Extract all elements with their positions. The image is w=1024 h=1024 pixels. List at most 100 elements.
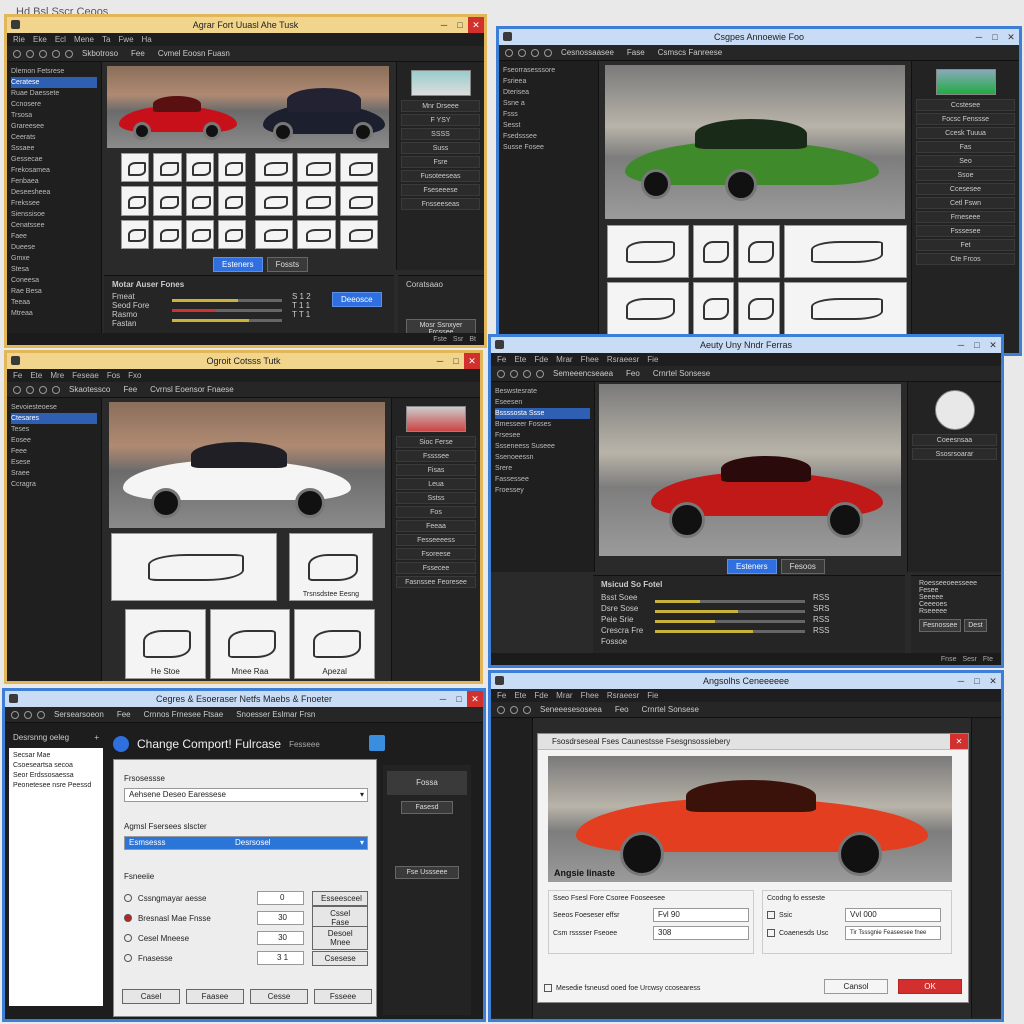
toolbar-label[interactable]: Cvmel Eoosn Fuasn xyxy=(158,49,230,58)
menu-item[interactable]: Ete xyxy=(514,691,526,700)
property-row[interactable]: Sstss xyxy=(396,492,476,504)
part-thumbnail[interactable] xyxy=(607,282,690,335)
property-row[interactable]: Fsre xyxy=(401,156,480,168)
apply-button[interactable]: Deeosce xyxy=(332,292,382,307)
tab-extensions[interactable]: Esteners xyxy=(727,559,777,574)
minimize-button[interactable]: ─ xyxy=(432,353,448,369)
tree-node[interactable]: Ccragra xyxy=(11,479,97,490)
property-row[interactable]: Fssssee xyxy=(396,450,476,462)
action-button[interactable]: Fse Ussseee xyxy=(395,866,459,879)
tree-node[interactable]: Sssaee xyxy=(11,143,97,154)
tree-node[interactable]: Dueese xyxy=(11,242,97,253)
menu-item[interactable]: Fhee xyxy=(581,691,599,700)
part-thumbnail[interactable] xyxy=(217,186,246,216)
add-icon[interactable]: + xyxy=(94,733,99,742)
redo-icon[interactable] xyxy=(24,710,32,719)
value-input[interactable]: 30 xyxy=(256,911,305,925)
property-row[interactable]: Fisas xyxy=(396,464,476,476)
value-input[interactable]: 30 xyxy=(256,931,305,945)
menu-item[interactable]: Ecl xyxy=(55,35,66,44)
minimize-button[interactable]: ─ xyxy=(435,691,451,707)
tree-node[interactable]: Teeaa xyxy=(11,297,97,308)
close-button[interactable]: ✕ xyxy=(985,673,1001,689)
property-row[interactable]: Ssoe xyxy=(916,169,1015,181)
redo-icon[interactable] xyxy=(510,705,518,714)
action-button[interactable]: Fasesd xyxy=(401,801,453,814)
part-thumbnail[interactable]: Apezal xyxy=(294,609,375,679)
menu-item[interactable]: Mrar xyxy=(556,691,572,700)
maximize-button[interactable]: □ xyxy=(452,17,468,33)
maximize-button[interactable]: □ xyxy=(448,353,464,369)
undo-icon[interactable] xyxy=(497,705,505,714)
save-icon[interactable] xyxy=(369,735,385,751)
property-row[interactable]: Fas xyxy=(916,141,1015,153)
part-thumbnail[interactable] xyxy=(297,153,336,183)
tree-node-selected[interactable]: Ctesares xyxy=(11,413,97,424)
tree-node[interactable]: Frsesee xyxy=(495,430,590,441)
close-button[interactable]: ✕ xyxy=(468,17,484,33)
menu-item[interactable]: Ta xyxy=(102,35,110,44)
toolbar-label[interactable]: Skaotessco xyxy=(69,385,110,394)
redo-icon[interactable] xyxy=(26,385,34,394)
radio-button-selected[interactable] xyxy=(124,914,132,922)
tree-node[interactable]: Sesst xyxy=(503,120,594,131)
undo-icon[interactable] xyxy=(13,49,21,58)
toolbar-label[interactable]: Fee xyxy=(123,385,137,394)
refresh-icon[interactable] xyxy=(39,385,47,394)
refresh-icon[interactable] xyxy=(523,705,531,714)
toolbar-label[interactable]: Fase xyxy=(627,48,645,57)
part-thumbnail[interactable]: He Stoe xyxy=(125,609,206,679)
maximize-button[interactable]: □ xyxy=(987,29,1003,45)
part-thumbnail[interactable] xyxy=(185,186,214,216)
toolbar-label[interactable]: Seneeesesoseea xyxy=(540,705,602,714)
toolbar-label[interactable]: Sersearsoeon xyxy=(54,710,104,719)
slider[interactable] xyxy=(655,600,805,603)
menu-item[interactable]: Fde xyxy=(534,691,548,700)
slider[interactable] xyxy=(172,299,282,302)
property-row[interactable]: Fssecee xyxy=(396,562,476,574)
menu-item[interactable]: Fe xyxy=(497,355,506,364)
property-row[interactable]: Ccesesee xyxy=(916,183,1015,195)
part-thumbnail[interactable] xyxy=(255,219,294,249)
toolbar-label[interactable]: Cvrnsl Eoensor Fnaese xyxy=(150,385,234,394)
property-row[interactable]: Suss xyxy=(401,142,480,154)
toolbar-label[interactable]: Semeeencseaea xyxy=(553,369,613,378)
viewport-scene[interactable] xyxy=(107,66,389,148)
refresh-icon[interactable] xyxy=(37,710,45,719)
dest-button[interactable]: Dest xyxy=(964,619,987,632)
part-thumbnail[interactable] xyxy=(153,219,182,249)
menu-item[interactable]: Fhee xyxy=(581,355,599,364)
toolbar-label[interactable]: Feo xyxy=(626,369,640,378)
radio-button[interactable] xyxy=(124,894,132,902)
slider[interactable] xyxy=(655,630,805,633)
part-thumbnail[interactable]: Mnee Raa xyxy=(209,609,291,679)
part-thumbnail[interactable] xyxy=(111,533,277,601)
menu-item[interactable]: Mrar xyxy=(556,355,572,364)
property-row[interactable]: Leua xyxy=(396,478,476,490)
minimize-button[interactable]: ─ xyxy=(436,17,452,33)
menu-item[interactable]: Rie xyxy=(13,35,25,44)
part-thumbnail[interactable] xyxy=(297,186,336,216)
tree-node[interactable]: Sraee xyxy=(11,468,97,479)
refresh-icon[interactable] xyxy=(531,48,539,57)
side-button[interactable]: Esseesceel xyxy=(312,890,368,906)
refresh-icon[interactable] xyxy=(523,369,531,378)
radio-button[interactable] xyxy=(124,934,132,942)
minimize-button[interactable]: ─ xyxy=(953,673,969,689)
property-row[interactable]: Ssosrsoarar xyxy=(912,448,997,460)
settings-icon[interactable] xyxy=(52,49,60,58)
value-input[interactable]: Fvl 90 xyxy=(653,908,749,922)
toolbar-label[interactable]: Fee xyxy=(117,710,131,719)
value-input[interactable]: 3 1 xyxy=(256,951,305,965)
tree-node[interactable]: Frekssee xyxy=(11,198,97,209)
redo-icon[interactable] xyxy=(510,369,518,378)
undo-icon[interactable] xyxy=(497,369,505,378)
side-button[interactable]: Csesese xyxy=(312,950,368,966)
sidebar-item[interactable]: Secsar Mae xyxy=(13,752,99,762)
checkbox[interactable] xyxy=(544,984,552,992)
value-input[interactable]: 0 xyxy=(256,891,304,905)
tree-node[interactable]: Grareesee xyxy=(11,121,97,132)
viewport-scene[interactable] xyxy=(599,384,901,556)
part-thumbnail[interactable] xyxy=(339,186,378,216)
menu-item[interactable]: Mre xyxy=(50,371,64,380)
